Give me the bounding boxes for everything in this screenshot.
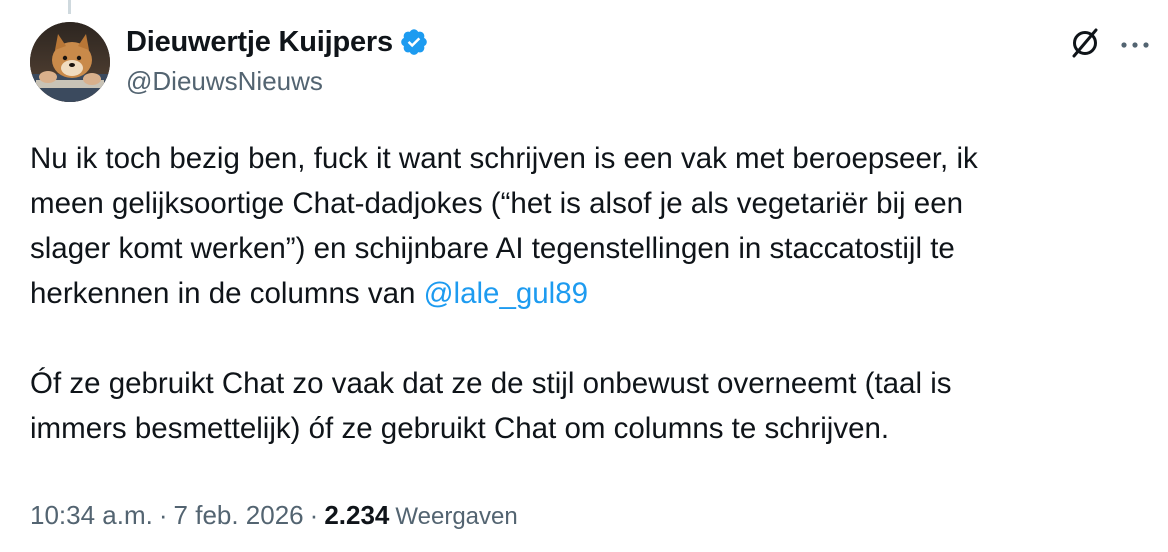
tweet-header: Dieuwertje Kuijpers @DieuwsNieuws [126,24,429,97]
tweet-date[interactable]: 7 feb. 2026 [174,500,304,531]
tweet-text-line: slager komt werken”) en schijnbare AI te… [30,232,955,265]
tweet-text-line-with-mention: herkennen in de columns van @lale_gul89 [30,271,1155,316]
avatar[interactable] [30,22,110,102]
tweet-meta: 10:34 a.m. · 7 feb. 2026 · 2.234 Weergav… [30,500,518,531]
meta-separator: · [309,500,319,530]
verified-badge-icon[interactable] [399,27,429,57]
avatar-image [30,22,110,102]
tweet-text-line: meen gelijksoortige Chat-dadjokes (“het … [30,187,964,220]
thread-connector-line [68,0,71,14]
tweet-text: Nu ik toch bezig ben, fuck it want schri… [30,136,1155,451]
mention-link[interactable]: @lale_gul89 [424,277,588,310]
tweet-text-line: immers besmettelijk) óf ze gebruikt Chat… [30,412,890,445]
author-handle[interactable]: @DieuwsNieuws [126,66,429,97]
meta-separator: · [158,500,168,530]
views-label[interactable]: Weergaven [395,503,517,531]
views-count[interactable]: 2.234 [324,500,389,531]
author-name-row: Dieuwertje Kuijpers [126,24,429,60]
tweet-top-actions [1068,26,1150,65]
tweet-text-fragment: herkennen in de columns van [30,277,424,310]
more-icon[interactable] [1120,37,1150,55]
grok-icon[interactable] [1068,26,1102,65]
author-display-name[interactable]: Dieuwertje Kuijpers [126,26,393,59]
tweet-text-line: Óf ze gebruikt Chat zo vaak dat ze de st… [30,367,952,400]
tweet-text-line: Nu ik toch bezig ben, fuck it want schri… [30,142,978,175]
tweet-time[interactable]: 10:34 a.m. [30,500,153,531]
